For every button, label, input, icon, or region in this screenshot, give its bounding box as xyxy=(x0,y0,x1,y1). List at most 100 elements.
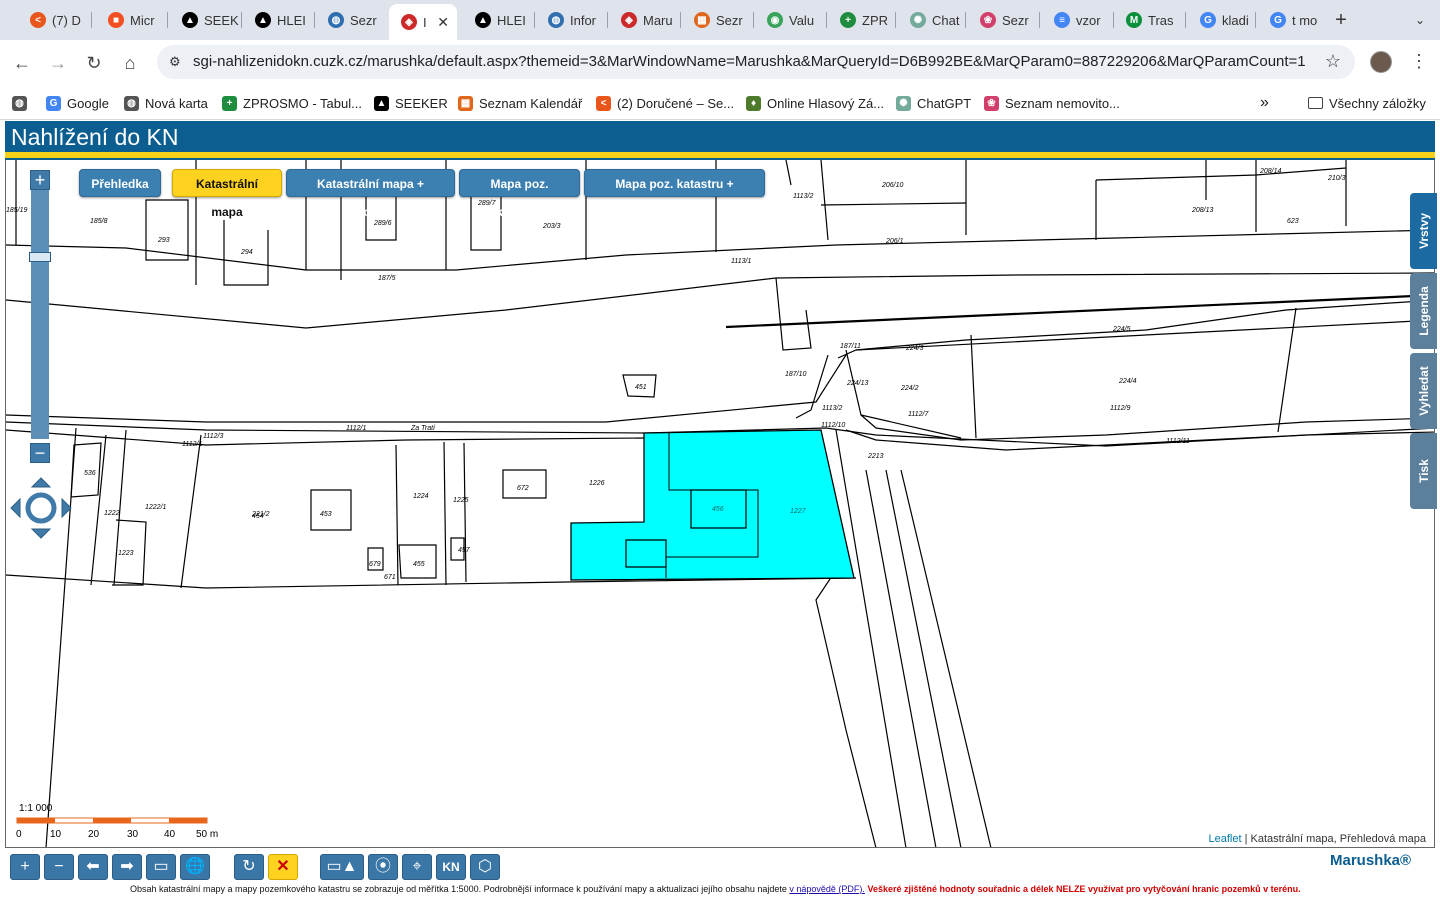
browser-tab[interactable]: ◍ Sezr xyxy=(316,6,386,34)
zoom-slider-track[interactable] xyxy=(31,189,49,439)
footer-notice-text: Obsah katastrální mapy a mapy pozemkovéh… xyxy=(130,884,787,894)
cadastral-drawing[interactable]: 185/19185/8293294289/6289/7203/3187/5111… xyxy=(6,160,1435,848)
tab-vyhledat-label: Vyhledat xyxy=(1416,366,1431,416)
new-tab-button[interactable]: + xyxy=(1330,9,1352,31)
parcel-number-label: 289/7 xyxy=(477,200,497,207)
tab-tisk[interactable]: Tisk xyxy=(1410,433,1437,509)
tab-separator xyxy=(680,12,681,28)
address-bar[interactable]: ⚙ sgi-nahlizenidokn.cuzk.cz/marushka/def… xyxy=(157,45,1355,79)
gps-location-button[interactable]: ⦿ xyxy=(368,854,398,880)
browser-tab[interactable]: ■ Micr xyxy=(96,6,166,34)
bookmark-item[interactable]: ▦ Seznam Kalendář xyxy=(458,94,582,112)
bookmark-item[interactable]: ◍ xyxy=(12,94,27,112)
locate-target-button[interactable]: ⌖ xyxy=(402,854,432,880)
zoom-in-button[interactable]: + xyxy=(30,170,50,190)
footer-warning: Veškeré zjištěné hodnoty souřadnic a dél… xyxy=(867,884,1301,894)
bookmark-item[interactable]: ◍ Nová karta xyxy=(124,94,208,112)
clear-selection-button[interactable]: ✕ xyxy=(268,854,298,880)
browser-tab[interactable]: + ZPR xyxy=(828,6,894,34)
browser-tab[interactable]: ✺ Chat xyxy=(898,6,964,34)
bookmark-star-icon[interactable]: ☆ xyxy=(1325,51,1341,72)
cadastral-map[interactable]: 185/19185/8293294289/6289/7203/3187/5111… xyxy=(5,160,1435,848)
layer-button-mapa-poz-katastru-ortofoto[interactable]: Mapa poz. katastru + ortofoto xyxy=(584,169,765,219)
parcel-number-label: 672 xyxy=(517,485,529,492)
zoom-slider-thumb[interactable] xyxy=(29,252,51,262)
bookmark-item[interactable]: ▲ SEEKER xyxy=(374,94,448,112)
site-settings-icon[interactable]: ⚙ xyxy=(169,54,185,70)
layer-button-katastralni-mapa-ortofoto[interactable]: Katastrální mapa + ortofoto xyxy=(286,169,455,219)
bookmark-item[interactable]: ✺ ChatGPT xyxy=(896,94,971,112)
pan-control[interactable] xyxy=(8,475,74,541)
layer-button-mapa-poz-katastru[interactable]: Mapa poz. katastru xyxy=(459,169,580,219)
browser-tab[interactable]: ◈ I ✕ xyxy=(389,4,457,40)
bookmark-item[interactable]: ♦ Online Hlasový Zá... xyxy=(746,94,884,112)
tab-vrstvy[interactable]: Vrstvy xyxy=(1410,193,1437,269)
browser-tab[interactable]: ▲ HLEI xyxy=(463,6,533,34)
bookmark-label: Google xyxy=(67,95,109,111)
tab-legenda[interactable]: Legenda xyxy=(1410,273,1437,349)
bookmark-item[interactable]: < (2) Doručené – Se... xyxy=(596,94,734,112)
browser-tab[interactable]: Gkladi xyxy=(1188,6,1254,34)
browser-menu-icon[interactable]: ⋮ xyxy=(1410,51,1428,72)
leaflet-link[interactable]: Leaflet xyxy=(1209,833,1242,845)
kn-info-button[interactable]: KN xyxy=(436,854,466,880)
profile-avatar[interactable] xyxy=(1370,51,1392,73)
back-button[interactable]: ← xyxy=(9,50,35,76)
scale-tick-label: 30 xyxy=(127,829,139,840)
share-link-button[interactable]: ⬡ xyxy=(470,854,500,880)
tab-title: Sezr xyxy=(716,12,743,28)
parcel-number-label: 206/1 xyxy=(885,238,904,245)
tab-search-button[interactable]: ⌄ xyxy=(1408,8,1432,32)
browser-tab[interactable]: ❀ Sezr xyxy=(968,6,1038,34)
browser-tab[interactable]: ▲ HLEI xyxy=(243,6,313,34)
bookmark-item[interactable]: G Google xyxy=(46,94,109,112)
bookmark-item[interactable]: ❀ Seznam nemovito... xyxy=(984,94,1120,112)
zoom-out-button[interactable]: − xyxy=(30,443,50,463)
all-bookmarks-button[interactable]: Všechny záložky xyxy=(1308,94,1426,112)
refresh-button[interactable]: ↻ xyxy=(234,854,264,880)
bookmarks-overflow-button[interactable]: » xyxy=(1260,94,1269,112)
next-view-button[interactable]: ➡ xyxy=(112,854,142,880)
bookmark-label: ZPROSMO - Tabul... xyxy=(243,95,362,111)
parcel-number-label: 224/13 xyxy=(846,380,869,387)
parcel-number-label: 185/8 xyxy=(90,218,108,225)
parcel-number-label: 224/3 xyxy=(905,345,924,352)
tab-title: HLEI xyxy=(497,12,526,28)
tab-vyhledat[interactable]: Vyhledat xyxy=(1410,353,1437,429)
browser-tab[interactable]: ◍ Infor xyxy=(536,6,606,34)
forward-button[interactable]: → xyxy=(45,50,71,76)
browser-tab[interactable]: ◉ Valu xyxy=(755,6,825,34)
tab-favicon-icon: ◍ xyxy=(548,12,564,28)
tab-separator xyxy=(534,12,535,28)
tab-legenda-label: Legenda xyxy=(1416,286,1431,336)
tab-title: Tras xyxy=(1148,12,1174,28)
browser-tab[interactable]: ≡ vzor xyxy=(1042,6,1112,34)
previous-view-button[interactable]: ⬅ xyxy=(78,854,108,880)
zoom-in-tool-button[interactable]: + xyxy=(10,854,40,880)
zoom-box-button[interactable]: ▭ xyxy=(146,854,176,880)
browser-tab[interactable]: < (7) D xyxy=(18,6,90,34)
scale-tick-label: 20 xyxy=(88,829,100,840)
bookmark-favicon-icon: ◍ xyxy=(124,95,139,111)
measure-tool-button[interactable]: ▭▲ xyxy=(320,854,364,880)
home-button[interactable]: ⌂ xyxy=(117,50,143,76)
parcel-number-label: 1227 xyxy=(790,508,807,515)
browser-tab[interactable]: ▦ Sezr xyxy=(682,6,752,34)
browser-tab[interactable]: ▲ SEEK xyxy=(170,6,240,34)
tab-separator xyxy=(1255,12,1256,28)
browser-tab[interactable]: M Tras xyxy=(1114,6,1184,34)
zoom-out-tool-button[interactable]: − xyxy=(44,854,74,880)
url-text[interactable]: sgi-nahlizenidokn.cuzk.cz/marushka/defau… xyxy=(193,53,1306,70)
layer-button-katastralni-mapa[interactable]: Katastrální mapa xyxy=(172,169,282,219)
reload-button[interactable]: ↻ xyxy=(81,50,107,76)
parcel-number-label: 1222 xyxy=(104,510,120,517)
browser-tab[interactable]: Gt mo xyxy=(1258,6,1326,34)
close-tab-icon[interactable]: ✕ xyxy=(437,14,449,31)
layer-button-prehledka[interactable]: Přehledka xyxy=(79,169,161,197)
pan-right-icon xyxy=(61,497,72,519)
full-extent-globe-button[interactable]: 🌐 xyxy=(180,854,210,880)
help-pdf-link[interactable]: v nápovědě (PDF). xyxy=(789,884,865,894)
bookmark-item[interactable]: + ZPROSMO - Tabul... xyxy=(222,94,362,112)
scale-tick-label: 50 m xyxy=(196,829,219,840)
browser-tab[interactable]: ◈ Maru xyxy=(609,6,679,34)
